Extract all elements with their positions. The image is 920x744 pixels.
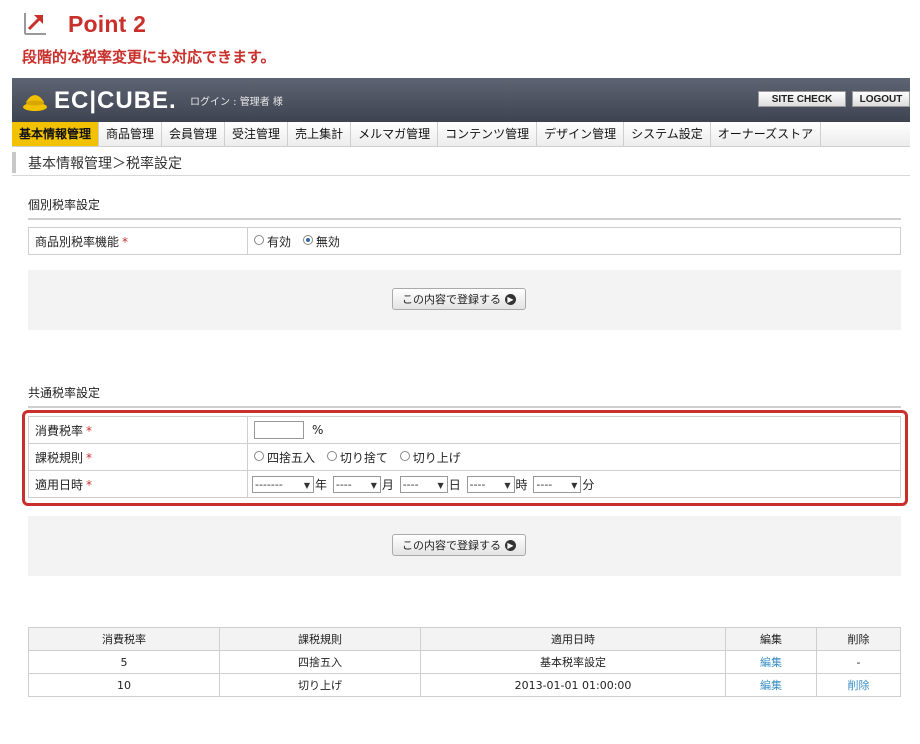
delete-link[interactable]: 削除: [816, 673, 901, 697]
logout-button[interactable]: LOGOUT: [852, 91, 910, 107]
arrow-right-icon: ▶: [505, 293, 516, 305]
edit-link[interactable]: 編集: [725, 673, 817, 697]
nav-owners-store[interactable]: オーナーズストア: [711, 122, 822, 146]
common-button-area: この内容で登録する ▶: [28, 516, 901, 576]
cell-date: 2013-01-01 01:00:00: [420, 673, 726, 697]
nav-design[interactable]: デザイン管理: [537, 122, 625, 146]
col-header-rate: 消費税率: [28, 627, 220, 651]
admin-header: EC|CUBE. ログイン : 管理者 様 SITE CHECK LOGOUT: [12, 78, 910, 122]
nav-system[interactable]: システム設定: [624, 122, 711, 146]
login-user-label: ログイン : 管理者 様: [190, 97, 283, 108]
point-subtitle: 段階的な税率変更にも対応できます。: [22, 48, 276, 66]
highlight-frame: [22, 410, 908, 506]
product-tax-label-cell: 商品別税率機能 *: [28, 227, 248, 255]
page-title: 基本情報管理＞税率設定: [28, 156, 182, 172]
logo-text: EC|CUBE.: [54, 87, 177, 114]
cell-rule: 切り上げ: [219, 673, 421, 697]
arrow-up-right-icon: [24, 13, 46, 35]
product-tax-row: 商品別税率機能 * 有効 無効: [28, 227, 901, 255]
nav-orders[interactable]: 受注管理: [225, 122, 289, 146]
col-header-delete: 削除: [816, 627, 901, 651]
register-button-individual[interactable]: この内容で登録する ▶: [392, 288, 526, 310]
edit-link[interactable]: 編集: [725, 650, 817, 674]
nav-contents[interactable]: コンテンツ管理: [438, 122, 538, 146]
point-header: Point 2: [22, 8, 722, 42]
breadcrumb: 基本情報管理＞税率設定: [12, 150, 910, 176]
cell-rate: 10: [28, 673, 220, 697]
register-button-common[interactable]: この内容で登録する ▶: [392, 534, 526, 556]
arrow-right-icon: ▶: [505, 539, 516, 551]
cell-rate: 5: [28, 650, 220, 674]
col-header-date: 適用日時: [420, 627, 726, 651]
site-check-button[interactable]: SITE CHECK: [758, 91, 846, 107]
nav-customers[interactable]: 会員管理: [162, 122, 226, 146]
individual-tax-form: 商品別税率機能 * 有効 無効: [28, 227, 901, 255]
individual-button-area: この内容で登録する ▶: [28, 270, 901, 330]
radio-enabled[interactable]: [254, 235, 264, 245]
radio-disabled-label[interactable]: 無効: [316, 235, 340, 249]
radio-disabled[interactable]: [302, 235, 313, 245]
tax-rate-list-table: 消費税率 課税規則 適用日時 編集 削除 5 四捨五入 基本税率設定 編集 - …: [28, 627, 901, 697]
cube-logo-icon: [23, 95, 47, 111]
cell-rule: 四捨五入: [219, 650, 421, 674]
nav-sales[interactable]: 売上集計: [288, 122, 352, 146]
register-button-label: この内容で登録する: [402, 293, 501, 306]
cell-date: 基本税率設定: [420, 650, 726, 674]
main-nav: 基本情報管理 商品管理 会員管理 受注管理 売上集計 メルマガ管理 コンテンツ管…: [12, 122, 910, 147]
cell-delete: -: [816, 650, 901, 674]
nav-basic-info[interactable]: 基本情報管理: [12, 122, 100, 146]
nav-products[interactable]: 商品管理: [99, 122, 163, 146]
nav-mail-magazine[interactable]: メルマガ管理: [351, 122, 439, 146]
col-header-edit: 編集: [725, 627, 817, 651]
product-tax-options-cell: 有効 無効: [247, 227, 901, 255]
col-header-rule: 課税規則: [219, 627, 421, 651]
register-button-label: この内容で登録する: [402, 539, 501, 552]
individual-tax-section-title: 個別税率設定: [28, 196, 901, 220]
required-mark: *: [122, 234, 129, 249]
radio-enabled-label[interactable]: 有効: [267, 235, 291, 249]
point-title: Point 2: [68, 11, 147, 37]
table-row: 10 切り上げ 2013-01-01 01:00:00 編集 削除: [28, 673, 901, 697]
common-tax-section-title: 共通税率設定: [28, 384, 901, 408]
breadcrumb-marker: [12, 152, 16, 173]
table-row: 5 四捨五入 基本税率設定 編集 -: [28, 650, 901, 674]
product-tax-label: 商品別税率機能: [35, 234, 120, 249]
table-header-row: 消費税率 課税規則 適用日時 編集 削除: [28, 627, 901, 651]
